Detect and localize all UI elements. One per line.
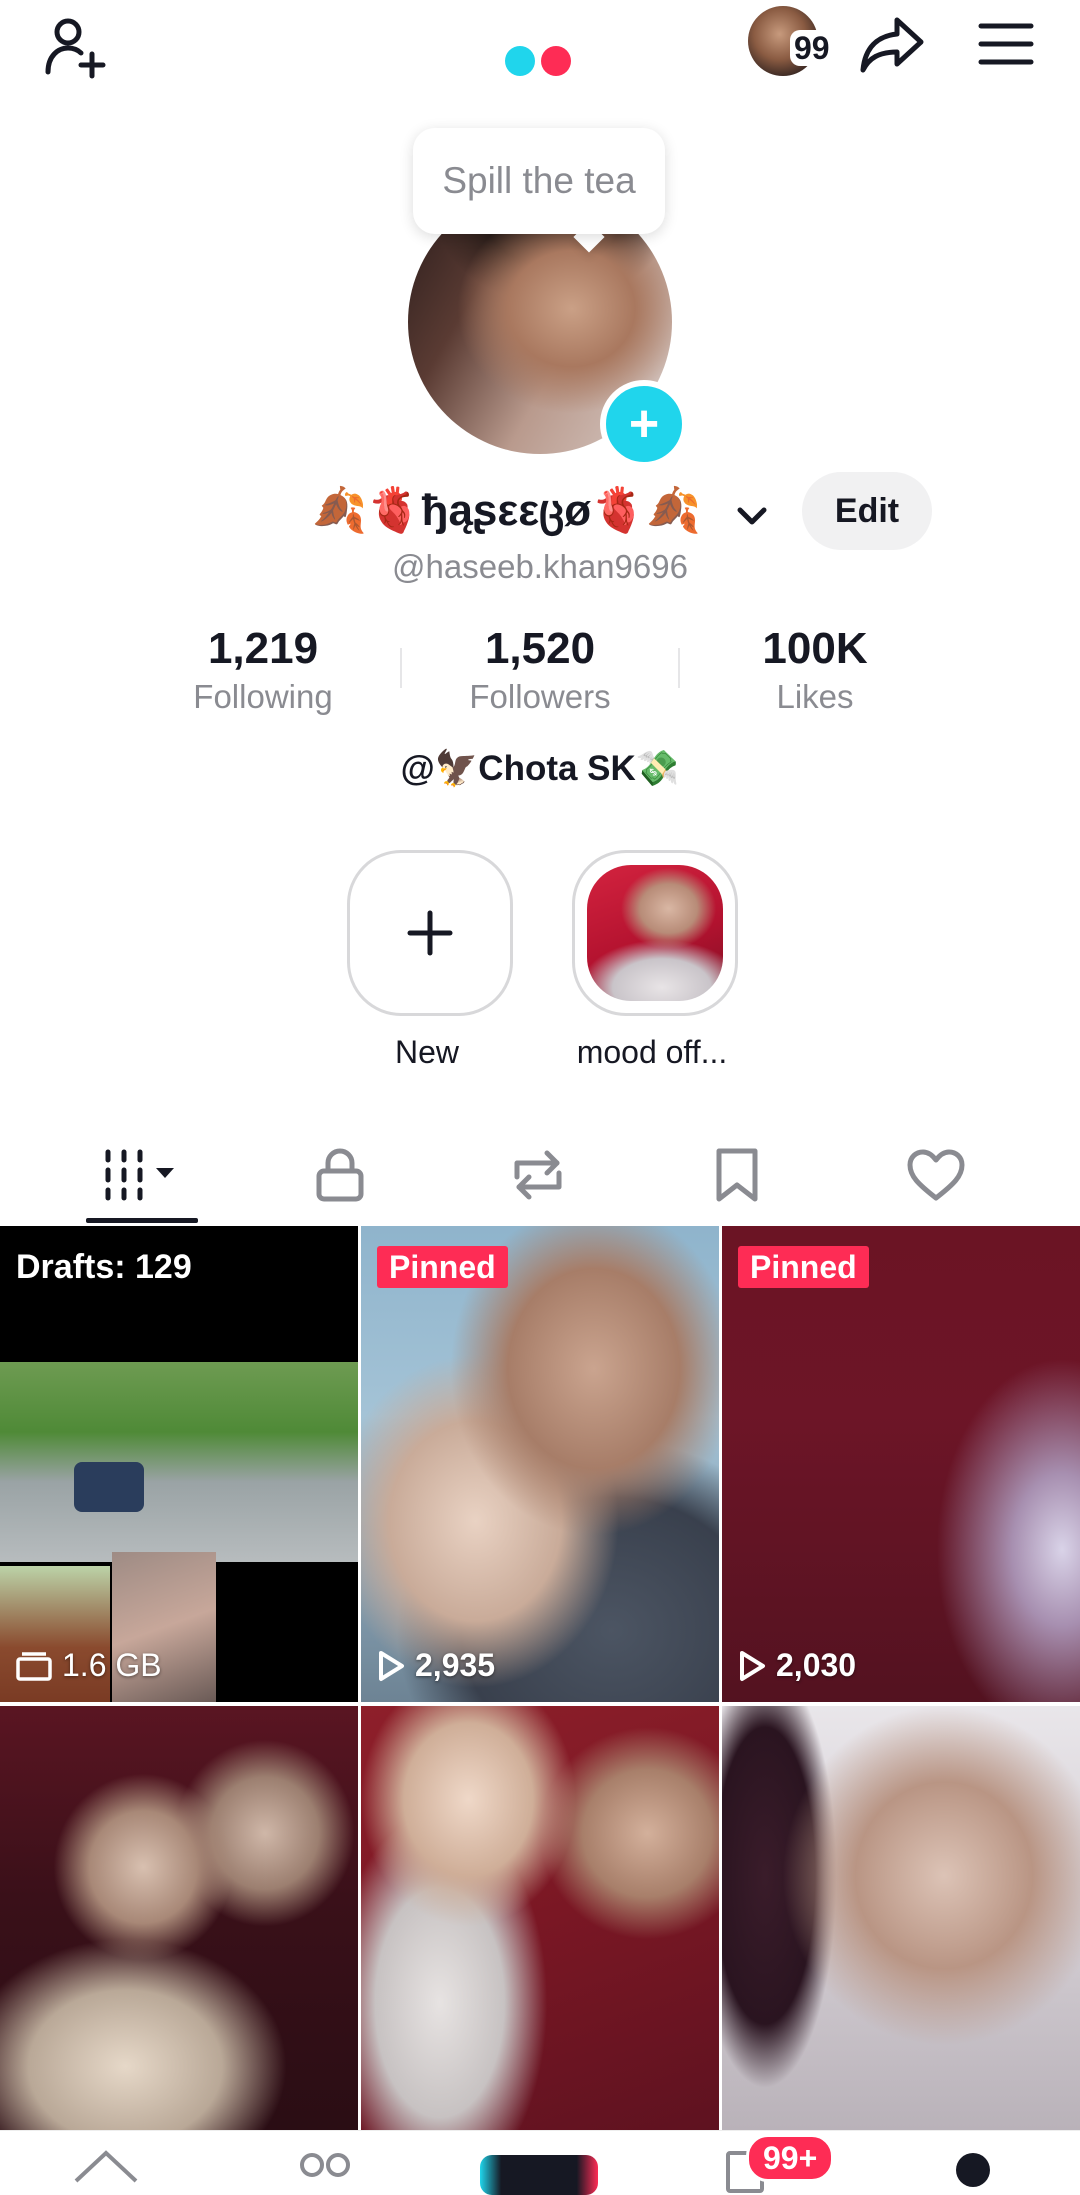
top-bar: 99 [0,0,1080,110]
stat-value: 1,219 [207,624,319,673]
tab-liked[interactable] [876,1140,996,1210]
videos-grid-icon [105,1149,174,1201]
tab-reposts[interactable] [478,1140,598,1210]
stat-value: 100K [762,624,868,673]
view-count: 2,935 [377,1647,495,1684]
stat-divider [678,648,680,688]
edit-profile-button[interactable]: Edit [802,472,932,550]
video-tile-pinned-1[interactable]: Pinned 2,935 [361,1226,719,1702]
bottom-nav [0,2130,1080,2195]
video-tile-pinned-2[interactable]: Pinned 2,030 [722,1226,1080,1702]
stat-label: Followers [469,678,611,715]
video-tile[interactable] [722,1706,1080,2130]
repost-icon [514,1150,562,1200]
view-count: 2,030 [738,1647,856,1684]
view-count-text: 2,030 [776,1647,857,1683]
drafts-size-text: 1.6 GB [62,1647,162,1683]
play-icon [740,1650,765,1681]
highlight-label-mood-off: mood off... [576,1034,728,1070]
pinned-badge: Pinned [377,1246,508,1288]
stat-likes[interactable]: 100K Likes [695,622,935,718]
stat-divider [400,648,402,688]
tab-videos[interactable] [82,1140,202,1210]
folder-icon [16,1651,52,1681]
lock-icon [316,1148,364,1202]
add-story-button[interactable]: + [600,380,688,468]
tab-favorites[interactable] [677,1140,797,1210]
stat-followers[interactable]: 1,520 Followers [420,622,660,718]
bio-text[interactable]: @🦅Chota SK💸 [0,748,1080,789]
drafts-count-label: Drafts: 129 [16,1248,192,1286]
tooltip-spill-the-tea[interactable]: Spill the tea [413,128,665,234]
account-badge-count: 99 [790,30,834,66]
display-name: 🍂🫀ђąʂεεცø🫀🍂 [312,486,701,535]
stat-label: Likes [776,678,854,715]
stat-following[interactable]: 1,219 Following [143,622,383,718]
friends-icon[interactable] [296,2149,356,2186]
view-count-text: 2,935 [415,1647,496,1683]
drafts-size: 1.6 GB [16,1647,162,1684]
draft-thumbnail-road [0,1362,358,1562]
stat-label: Following [193,678,333,715]
stat-value: 1,520 [484,624,596,673]
drafts-tile[interactable]: Drafts: 129 1.6 GB [0,1226,358,1702]
menu-icon[interactable] [966,4,1046,84]
video-tile[interactable] [0,1706,358,2130]
highlight-mood-off[interactable] [572,850,738,1016]
share-icon[interactable] [852,4,932,84]
create-button[interactable] [480,2155,598,2195]
username-handle: @haseeb.khan9696 [392,548,688,585]
plus-icon [407,910,453,956]
draft-thumbnail-rider [74,1462,144,1512]
play-icon [379,1650,404,1681]
active-tab-indicator [86,1218,198,1223]
profile-nav-icon[interactable] [956,2153,990,2187]
chevron-down-icon[interactable] [732,496,772,541]
video-tile[interactable] [361,1706,719,2130]
home-icon[interactable] [70,2147,142,2188]
pinned-badge: Pinned [738,1246,869,1288]
tiktok-logo-dots [505,46,575,76]
inbox-badge: 99+ [746,2134,835,2182]
highlight-label-new: New [394,1034,459,1070]
add-friend-icon[interactable] [36,8,116,88]
highlight-thumbnail [587,865,723,1001]
tab-private[interactable] [280,1140,400,1210]
profile-tabs [0,1130,1080,1226]
heart-icon [907,1149,965,1201]
bookmark-icon [716,1148,758,1202]
new-highlight-button[interactable] [347,850,513,1016]
